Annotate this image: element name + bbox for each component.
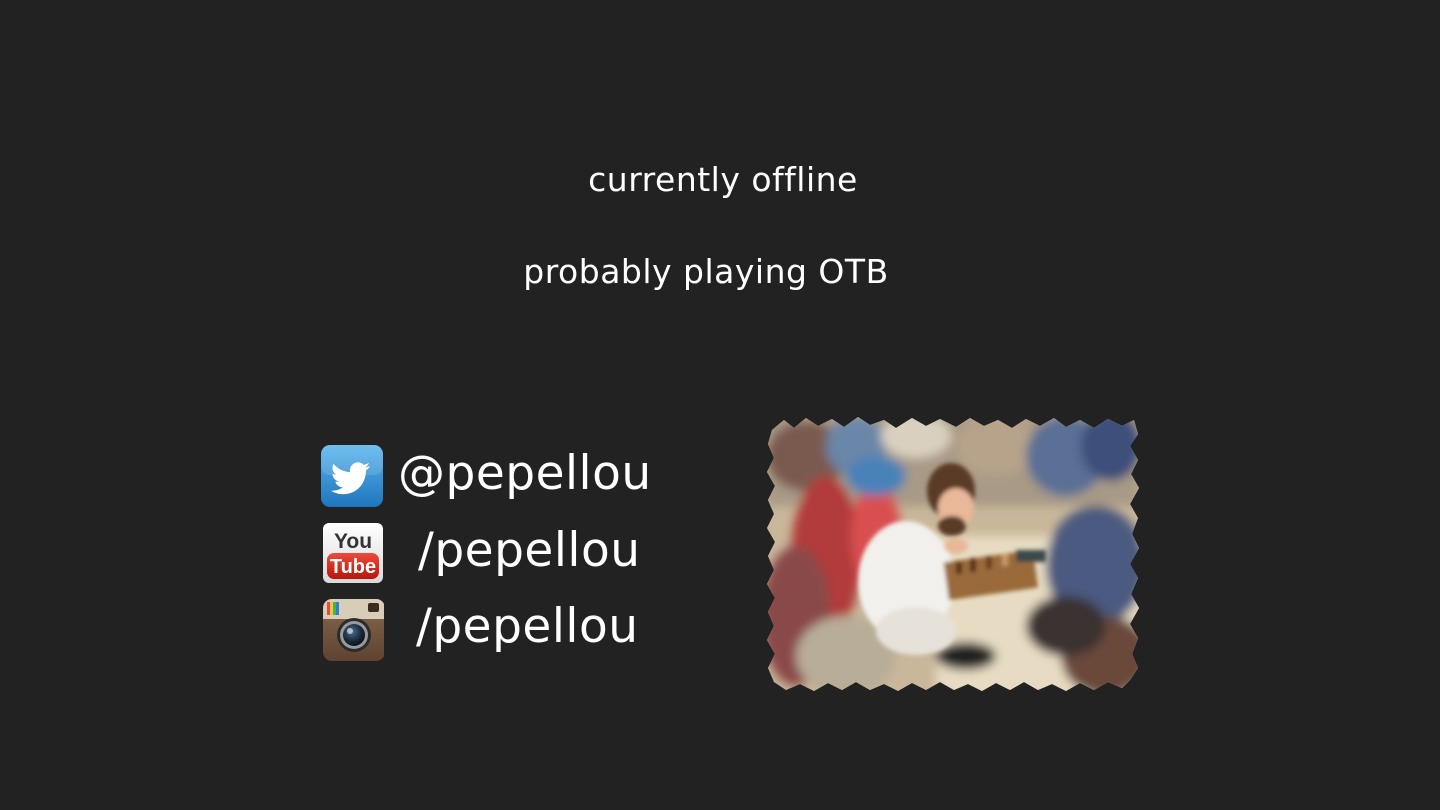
status-offline-text: currently offline xyxy=(588,160,858,199)
twitter-bird-icon xyxy=(321,445,383,507)
offline-screen: currently offline probably playing OTB @… xyxy=(0,0,1440,810)
instagram-handle[interactable]: /pepellou xyxy=(416,599,639,654)
status-otb-text: probably playing OTB xyxy=(523,252,889,291)
chess-player-photo xyxy=(767,417,1139,691)
youtube-handle[interactable]: /pepellou xyxy=(418,523,641,578)
youtube-logo-icon: You Tube xyxy=(323,523,383,583)
instagram-camera-icon xyxy=(323,599,384,661)
twitter-handle[interactable]: @pepellou xyxy=(398,446,652,501)
youtube-logo-you: You xyxy=(334,530,372,553)
youtube-logo-tube: Tube xyxy=(330,556,376,578)
